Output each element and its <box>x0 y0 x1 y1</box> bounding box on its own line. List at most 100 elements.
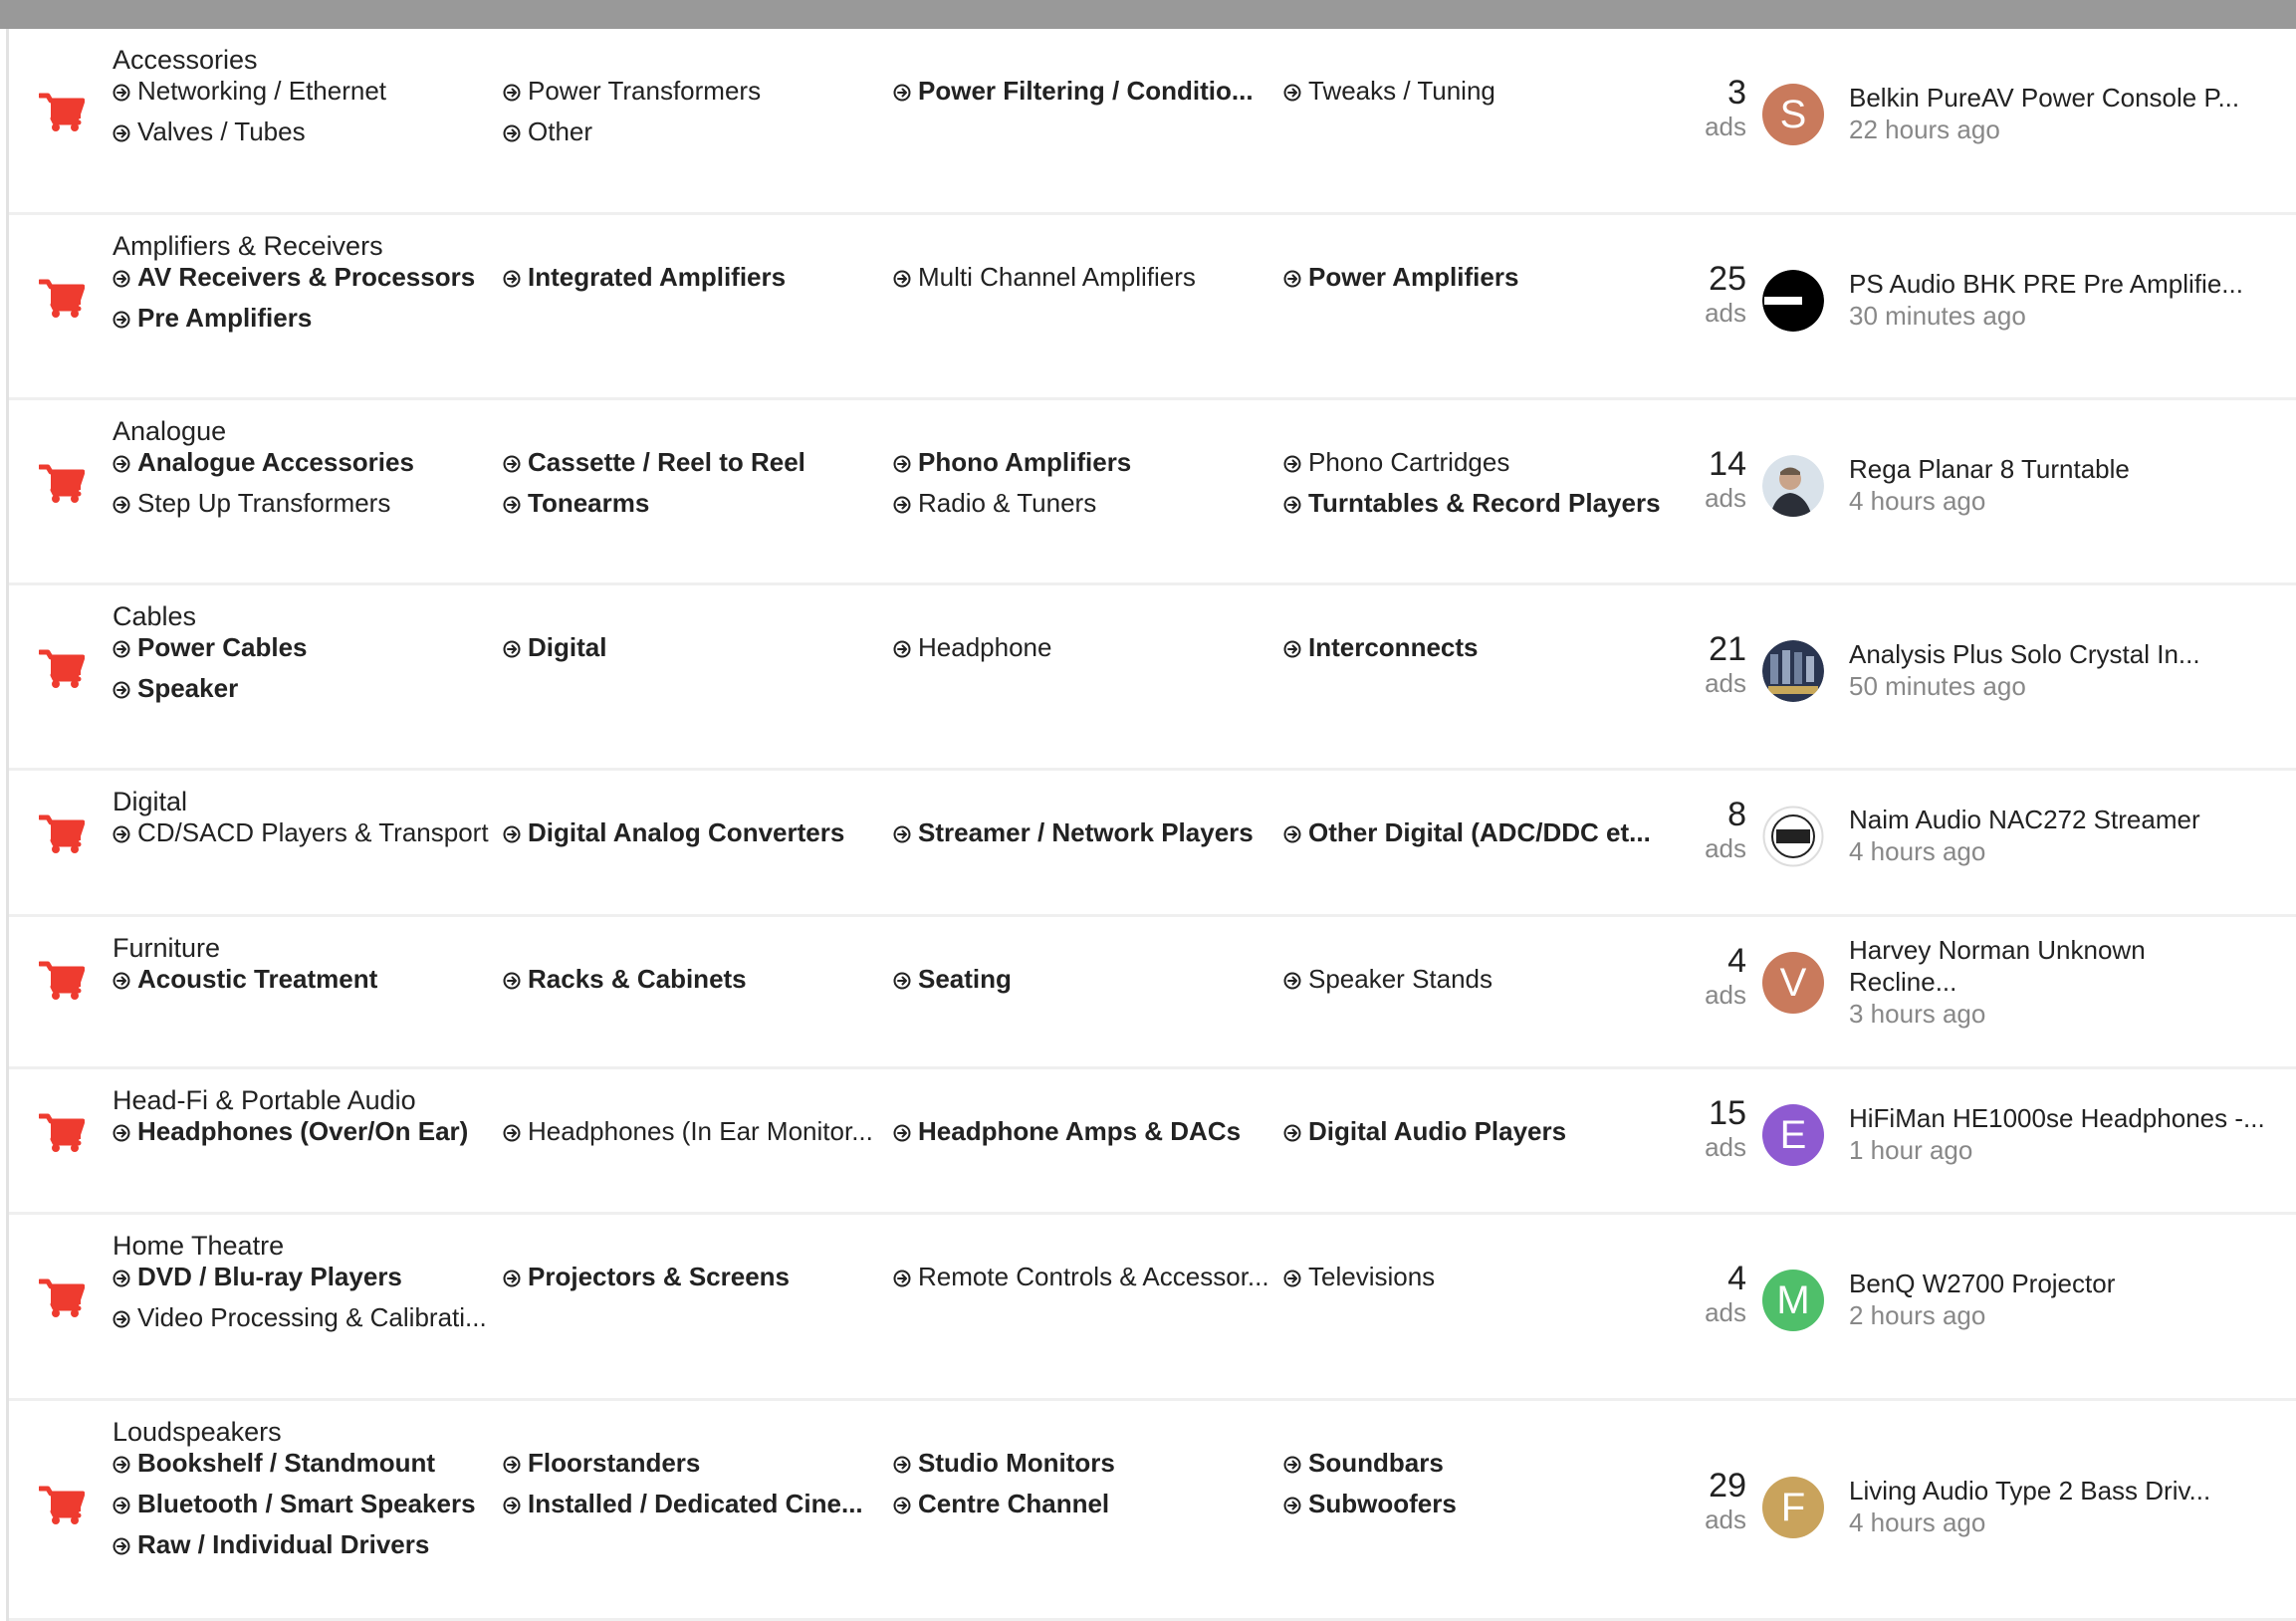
subcategory-link[interactable]: Multi Channel Amplifiers <box>893 260 1196 294</box>
subcategory-link[interactable]: Tweaks / Tuning <box>1283 74 1495 108</box>
ad-count-label: ads <box>1705 1297 1746 1327</box>
subcategory-link[interactable]: Networking / Ethernet <box>113 74 386 108</box>
subcategory-link[interactable]: Soundbars <box>1283 1446 1444 1480</box>
subcategory-link[interactable]: Other Digital (ADC/DDC et... <box>1283 815 1651 849</box>
subcategory-link[interactable]: Digital Analog Converters <box>503 815 844 849</box>
subcategory-link[interactable]: Power Filtering / Conditio... <box>893 74 1254 108</box>
cart-icon[interactable] <box>37 1113 86 1153</box>
avatar[interactable] <box>1762 806 1824 867</box>
avatar[interactable] <box>1762 270 1824 332</box>
subcategory-link[interactable]: Interconnects <box>1283 630 1479 664</box>
subcategory-link[interactable]: Projectors & Screens <box>503 1260 790 1293</box>
subcategory-link[interactable]: Other <box>503 115 592 148</box>
category-title[interactable]: Analogue <box>113 416 226 447</box>
latest-ad-title[interactable]: Harvey Norman Unknown Recline... <box>1849 934 2178 998</box>
subcategory-link[interactable]: Analogue Accessories <box>113 445 414 479</box>
cart-icon[interactable] <box>37 1278 86 1318</box>
subcategory-link[interactable]: Turntables & Record Players <box>1283 486 1661 520</box>
latest-ad-title[interactable]: Belkin PureAV Power Console P... <box>1849 82 2287 114</box>
arrow-circle-icon <box>113 632 137 662</box>
subcategory-link[interactable]: Bookshelf / Standmount <box>113 1446 435 1480</box>
arrow-circle-icon <box>113 447 137 477</box>
cart-icon[interactable] <box>37 649 86 689</box>
subcategory-link[interactable]: Cassette / Reel to Reel <box>503 445 805 479</box>
latest-ad-title[interactable]: Naim Audio NAC272 Streamer <box>1849 804 2287 835</box>
latest-ad-title[interactable]: Rega Planar 8 Turntable <box>1849 453 2287 485</box>
cart-icon[interactable] <box>37 1486 86 1525</box>
avatar[interactable]: E <box>1762 1103 1824 1166</box>
ad-count: 14 <box>1709 445 1746 483</box>
subcategory-link[interactable]: Acoustic Treatment <box>113 962 377 996</box>
subcategory-link[interactable]: Headphones (Over/On Ear) <box>113 1114 468 1148</box>
subcategory-link[interactable]: Step Up Transformers <box>113 486 390 520</box>
category-title[interactable]: Furniture <box>113 933 220 964</box>
subcategory-link[interactable]: Studio Monitors <box>893 1446 1115 1480</box>
subcategory-link[interactable]: Tonearms <box>503 486 649 520</box>
cart-icon[interactable] <box>37 279 86 319</box>
avatar[interactable]: S <box>1762 84 1824 145</box>
subcategory-link[interactable]: Headphone <box>893 630 1051 664</box>
latest-ad-title[interactable]: Living Audio Type 2 Bass Driv... <box>1849 1475 2287 1506</box>
subcategory-link[interactable]: Headphone Amps & DACs <box>893 1114 1241 1148</box>
subcategory-link[interactable]: Televisions <box>1283 1260 1435 1293</box>
subcategory-label: Interconnects <box>1308 632 1479 662</box>
subcategory-link[interactable]: Headphones (In Ear Monitor... <box>503 1114 873 1148</box>
subcategory-link[interactable]: CD/SACD Players & Transport <box>113 815 489 849</box>
subcategory-link[interactable]: Floorstanders <box>503 1446 700 1480</box>
subcategory-link[interactable]: Raw / Individual Drivers <box>113 1527 429 1561</box>
category-title[interactable]: Head-Fi & Portable Audio <box>113 1085 416 1116</box>
subcategory-link[interactable]: Digital Audio Players <box>1283 1114 1566 1148</box>
subcategory-link[interactable]: AV Receivers & Processors <box>113 260 475 294</box>
subcategory-link[interactable]: DVD / Blu-ray Players <box>113 1260 402 1293</box>
avatar[interactable] <box>1762 455 1824 517</box>
category-row: Head-Fi & Portable Audio Headphones (Over… <box>9 1069 2296 1215</box>
ad-count-label: ads <box>1705 668 1746 698</box>
subcategory-link[interactable]: Installed / Dedicated Cine... <box>503 1487 863 1520</box>
latest-ad-title[interactable]: Analysis Plus Solo Crystal In... <box>1849 638 2287 670</box>
avatar[interactable]: M <box>1762 1270 1824 1331</box>
subcategory-link[interactable]: Phono Cartridges <box>1283 445 1509 479</box>
avatar-letter: S <box>1779 93 1807 136</box>
category-title[interactable]: Accessories <box>113 45 258 76</box>
subcategory-link[interactable]: Subwoofers <box>1283 1487 1457 1520</box>
avatar[interactable]: F <box>1762 1476 1824 1538</box>
latest-ad-title[interactable]: BenQ W2700 Projector <box>1849 1268 2287 1299</box>
cart-icon[interactable] <box>37 814 86 854</box>
subcategory-link[interactable]: Integrated Amplifiers <box>503 260 786 294</box>
latest-ad-title[interactable]: PS Audio BHK PRE Pre Amplifie... <box>1849 268 2287 300</box>
category-title[interactable]: Cables <box>113 601 196 632</box>
category-title[interactable]: Home Theatre <box>113 1231 284 1262</box>
subcategory-link[interactable]: Phono Amplifiers <box>893 445 1131 479</box>
category-title[interactable]: Digital <box>113 787 187 817</box>
subcategory-label: Multi Channel Amplifiers <box>918 262 1196 292</box>
subcategory-link[interactable]: Remote Controls & Accessor... <box>893 1260 1269 1293</box>
latest-ad-title[interactable]: HiFiMan HE1000se Headphones -... <box>1849 1102 2287 1134</box>
cart-icon[interactable] <box>37 93 86 132</box>
arrow-circle-icon <box>503 76 528 106</box>
subcategory-link[interactable]: Power Amplifiers <box>1283 260 1518 294</box>
subcategory-link[interactable]: Speaker <box>113 671 238 705</box>
subcategory-link[interactable]: Racks & Cabinets <box>503 962 747 996</box>
cart-icon[interactable] <box>37 961 86 1001</box>
cart-icon[interactable] <box>37 464 86 504</box>
subcategory-link[interactable]: Valves / Tubes <box>113 115 306 148</box>
subcategory-label: Step Up Transformers <box>137 488 391 518</box>
subcategory-link[interactable]: Radio & Tuners <box>893 486 1096 520</box>
subcategory-link[interactable]: Power Cables <box>113 630 308 664</box>
subcategory-link[interactable]: Streamer / Network Players <box>893 815 1254 849</box>
subcategory-link[interactable]: Speaker Stands <box>1283 962 1492 996</box>
category-title[interactable]: Loudspeakers <box>113 1417 282 1448</box>
avatar[interactable]: V <box>1762 951 1824 1014</box>
subcategory-link[interactable]: Power Transformers <box>503 74 761 108</box>
subcategory-link[interactable]: Digital <box>503 630 606 664</box>
subcategory-link[interactable]: Pre Amplifiers <box>113 301 312 335</box>
subcategory-link[interactable]: Seating <box>893 962 1012 996</box>
arrow-circle-icon <box>113 1262 137 1291</box>
latest-ad-time: 1 hour ago <box>1849 1134 1973 1165</box>
subcategory-link[interactable]: Video Processing & Calibrati... <box>113 1300 487 1334</box>
subcategory-link[interactable]: Bluetooth / Smart Speakers <box>113 1487 476 1520</box>
category-title[interactable]: Amplifiers & Receivers <box>113 231 383 262</box>
category-row: Loudspeakers Bookshelf / Standmount Floors… <box>9 1401 2296 1621</box>
avatar[interactable] <box>1762 640 1824 702</box>
subcategory-link[interactable]: Centre Channel <box>893 1487 1109 1520</box>
